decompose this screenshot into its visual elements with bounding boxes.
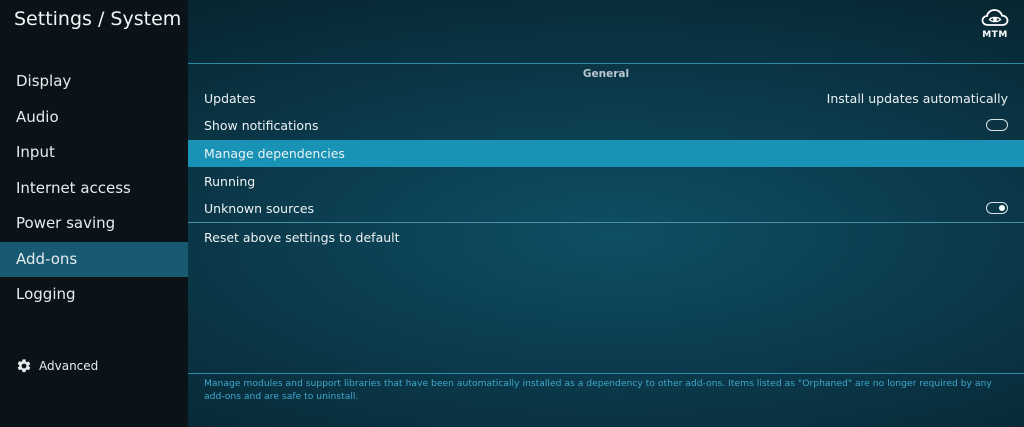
show-notifications-toggle[interactable] bbox=[986, 119, 1008, 131]
window-title: Settings / System bbox=[14, 8, 182, 30]
setting-manage-dependencies[interactable]: Manage dependencies bbox=[188, 140, 1024, 167]
setting-label: Unknown sources bbox=[204, 201, 315, 216]
setting-updates[interactable]: Updates Install updates automatically bbox=[188, 85, 1024, 112]
setting-running[interactable]: Running bbox=[188, 168, 1024, 195]
advanced-label: Advanced bbox=[39, 359, 99, 373]
reset-label: Reset above settings to default bbox=[204, 230, 400, 245]
top-divider bbox=[188, 63, 1024, 64]
sidebar: Settings / System Display Audio Input In… bbox=[0, 0, 188, 427]
setting-label: Manage dependencies bbox=[204, 146, 345, 161]
sidebar-item-display[interactable]: Display bbox=[0, 64, 188, 100]
advanced-toggle-button[interactable]: Advanced bbox=[16, 356, 98, 376]
logo-text: MTM bbox=[982, 30, 1008, 40]
setting-label: Updates bbox=[204, 91, 256, 106]
setting-unknown-sources[interactable]: Unknown sources bbox=[188, 195, 1024, 222]
sidebar-item-logging[interactable]: Logging bbox=[0, 277, 188, 313]
settings-list: General Updates Install updates automati… bbox=[188, 63, 1024, 373]
setting-value: Install updates automatically bbox=[826, 91, 1008, 106]
section-divider bbox=[188, 222, 1024, 223]
brand-logo: MTM bbox=[980, 8, 1010, 40]
unknown-sources-toggle[interactable] bbox=[986, 202, 1008, 214]
cloud-eye-icon bbox=[981, 9, 1009, 26]
setting-description: Manage modules and support libraries tha… bbox=[204, 378, 992, 402]
group-header: General bbox=[582, 68, 630, 80]
setting-show-notifications[interactable]: Show notifications bbox=[188, 112, 1024, 139]
reset-settings-button[interactable]: Reset above settings to default bbox=[188, 224, 1024, 251]
setting-label: Running bbox=[204, 174, 256, 189]
sidebar-item-power-saving[interactable]: Power saving bbox=[0, 206, 188, 242]
bottom-divider bbox=[188, 373, 1024, 374]
sidebar-item-audio[interactable]: Audio bbox=[0, 100, 188, 136]
setting-label: Show notifications bbox=[204, 118, 319, 133]
sidebar-item-input[interactable]: Input bbox=[0, 135, 188, 171]
sidebar-item-internet-access[interactable]: Internet access bbox=[0, 171, 188, 207]
sidebar-nav: Display Audio Input Internet access Powe… bbox=[0, 64, 188, 313]
sidebar-item-add-ons[interactable]: Add-ons bbox=[0, 241, 188, 277]
gear-icon bbox=[17, 359, 31, 373]
